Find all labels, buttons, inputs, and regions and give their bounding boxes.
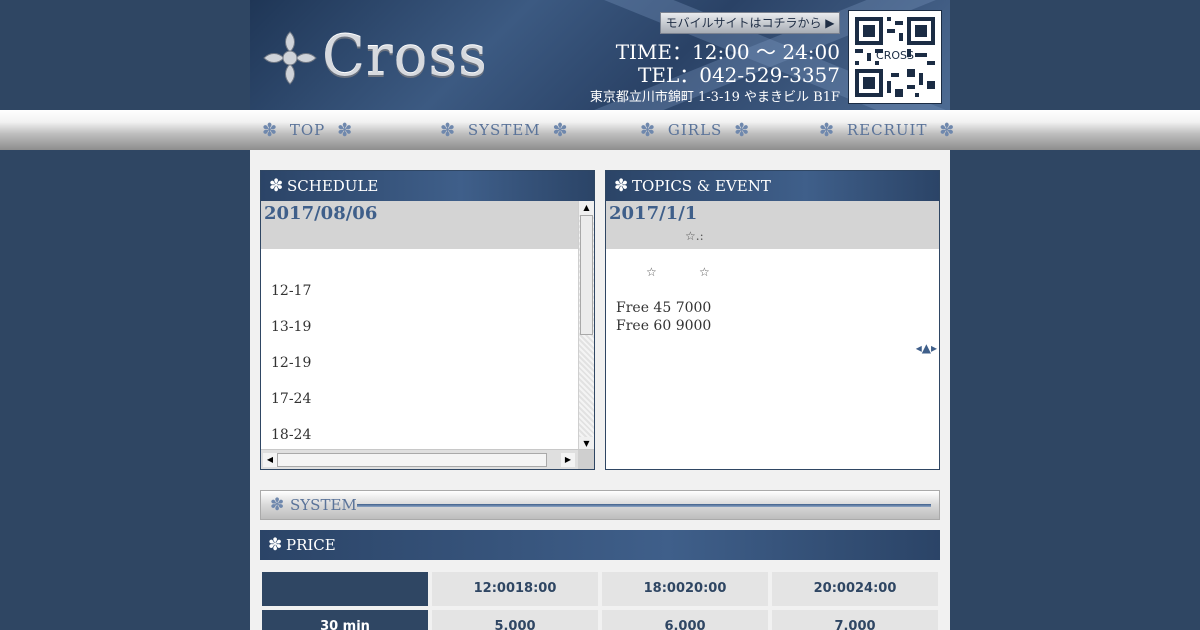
flower-icon: ✽ (270, 495, 285, 515)
site-header: Cross モバイルサイトはコチラから ▶ TIME：12:00 〜 24:00… (250, 0, 950, 110)
flower-icon: ✽ (640, 120, 657, 141)
main-nav: ✽ TOP ✽ ✽ SYSTEM ✽ ✽ GIRLS ✽ ✽ RECRUIT ✽ (0, 110, 1200, 150)
price-title: PRICE (286, 536, 336, 554)
nav-item-girls[interactable]: ✽ GIRLS ✽ (640, 110, 750, 150)
flower-icon: ✽ (269, 176, 284, 196)
flower-icon: ✽ (819, 120, 836, 141)
price-cell: 5,000 (432, 610, 598, 630)
list-item: 12-19 (271, 355, 312, 371)
scrollbar-thumb[interactable] (277, 453, 547, 467)
flower-icon: ✽ (552, 120, 569, 141)
topic-pager-icon[interactable]: ◂▲▸ (916, 341, 937, 355)
price-header: ✽ PRICE (260, 530, 940, 560)
nav-item-label: SYSTEM (467, 121, 541, 139)
shop-address: 東京都立川市錦町 1-3-19 やまきビル B1F (589, 90, 840, 105)
schedule-panel: ✽ SCHEDULE 2017/08/06 12-17 13-19 12-19 … (260, 170, 595, 470)
scrollbar-thumb[interactable] (580, 215, 593, 335)
main-content: ✽ SCHEDULE 2017/08/06 12-17 13-19 12-19 … (250, 150, 950, 630)
schedule-header: ✽ SCHEDULE (261, 171, 594, 201)
price-row-label: 30 min (262, 610, 428, 630)
price-column-header: 20:0024:00 (772, 572, 938, 606)
flower-icon: ✽ (262, 120, 279, 141)
schedule-list[interactable]: 12-17 13-19 12-19 17-24 18-24 (261, 249, 594, 469)
scrollbar-corner (578, 450, 594, 469)
topic-star: ☆ (646, 265, 657, 279)
phone-number: TEL：042-529-3357 (638, 63, 840, 87)
schedule-title: SCHEDULE (287, 177, 379, 195)
system-title: SYSTEM (290, 496, 357, 514)
topics-header: ✽ TOPICS & EVENT (606, 171, 939, 201)
flower-icon: ✽ (939, 120, 956, 141)
scroll-right-icon[interactable]: ▶ (561, 453, 575, 467)
nav-item-label: GIRLS (667, 121, 723, 139)
nav-item-recruit[interactable]: ✽ RECRUIT ✽ (819, 110, 955, 150)
topic-star: ☆ (699, 265, 710, 279)
nav-item-label: TOP (289, 121, 326, 139)
price-table-corner (262, 572, 428, 606)
qr-code-icon: CROSS (848, 10, 942, 104)
topics-title: TOPICS & EVENT (632, 177, 771, 195)
mobile-site-link[interactable]: モバイルサイトはコチラから ▶ (660, 12, 840, 34)
price-cell: 7,000 (772, 610, 938, 630)
nav-item-system[interactable]: ✽ SYSTEM ✽ (440, 110, 569, 150)
topic-text-line: Free 45 7000 (616, 300, 712, 316)
flower-icon: ✽ (337, 120, 354, 141)
scroll-left-icon[interactable]: ◀ (263, 453, 277, 467)
cross-logo-icon (263, 31, 317, 85)
site-logo-text[interactable]: Cross (322, 24, 488, 89)
flower-icon: ✽ (268, 535, 283, 555)
list-item: 17-24 (271, 391, 312, 407)
schedule-date: 2017/08/06 (264, 203, 378, 224)
flower-icon: ✽ (734, 120, 751, 141)
price-cell: 6,000 (602, 610, 768, 630)
list-item: 13-19 (271, 319, 312, 335)
flower-icon: ✽ (614, 176, 629, 196)
horizontal-scrollbar[interactable]: ◀ ▶ (261, 449, 594, 469)
nav-item-top[interactable]: ✽ TOP ✽ (262, 110, 353, 150)
system-section-bar: ✽ SYSTEM (260, 490, 940, 520)
list-item: 12-17 (271, 283, 312, 299)
topics-date-bar: 2017/1/1 ☆.: (606, 201, 939, 249)
nav-item-label: RECRUIT (846, 121, 928, 139)
section-rule (357, 504, 931, 507)
topic-star-line: ☆.: (685, 229, 704, 243)
schedule-date-bar: 2017/08/06 (261, 201, 594, 249)
flower-icon: ✽ (440, 120, 457, 141)
topic-text-line: Free 60 9000 (616, 318, 712, 334)
qr-label: CROSS (876, 49, 914, 62)
price-column-header: 18:0020:00 (602, 572, 768, 606)
scroll-up-icon[interactable]: ▲ (579, 201, 594, 215)
price-column-header: 12:0018:00 (432, 572, 598, 606)
list-item: 18-24 (271, 427, 312, 443)
vertical-scrollbar[interactable]: ▲ ▼ (578, 201, 594, 451)
topics-panel: ✽ TOPICS & EVENT 2017/1/1 ☆.: ☆ ☆ Free 4… (605, 170, 940, 470)
topics-date: 2017/1/1 (609, 203, 698, 224)
